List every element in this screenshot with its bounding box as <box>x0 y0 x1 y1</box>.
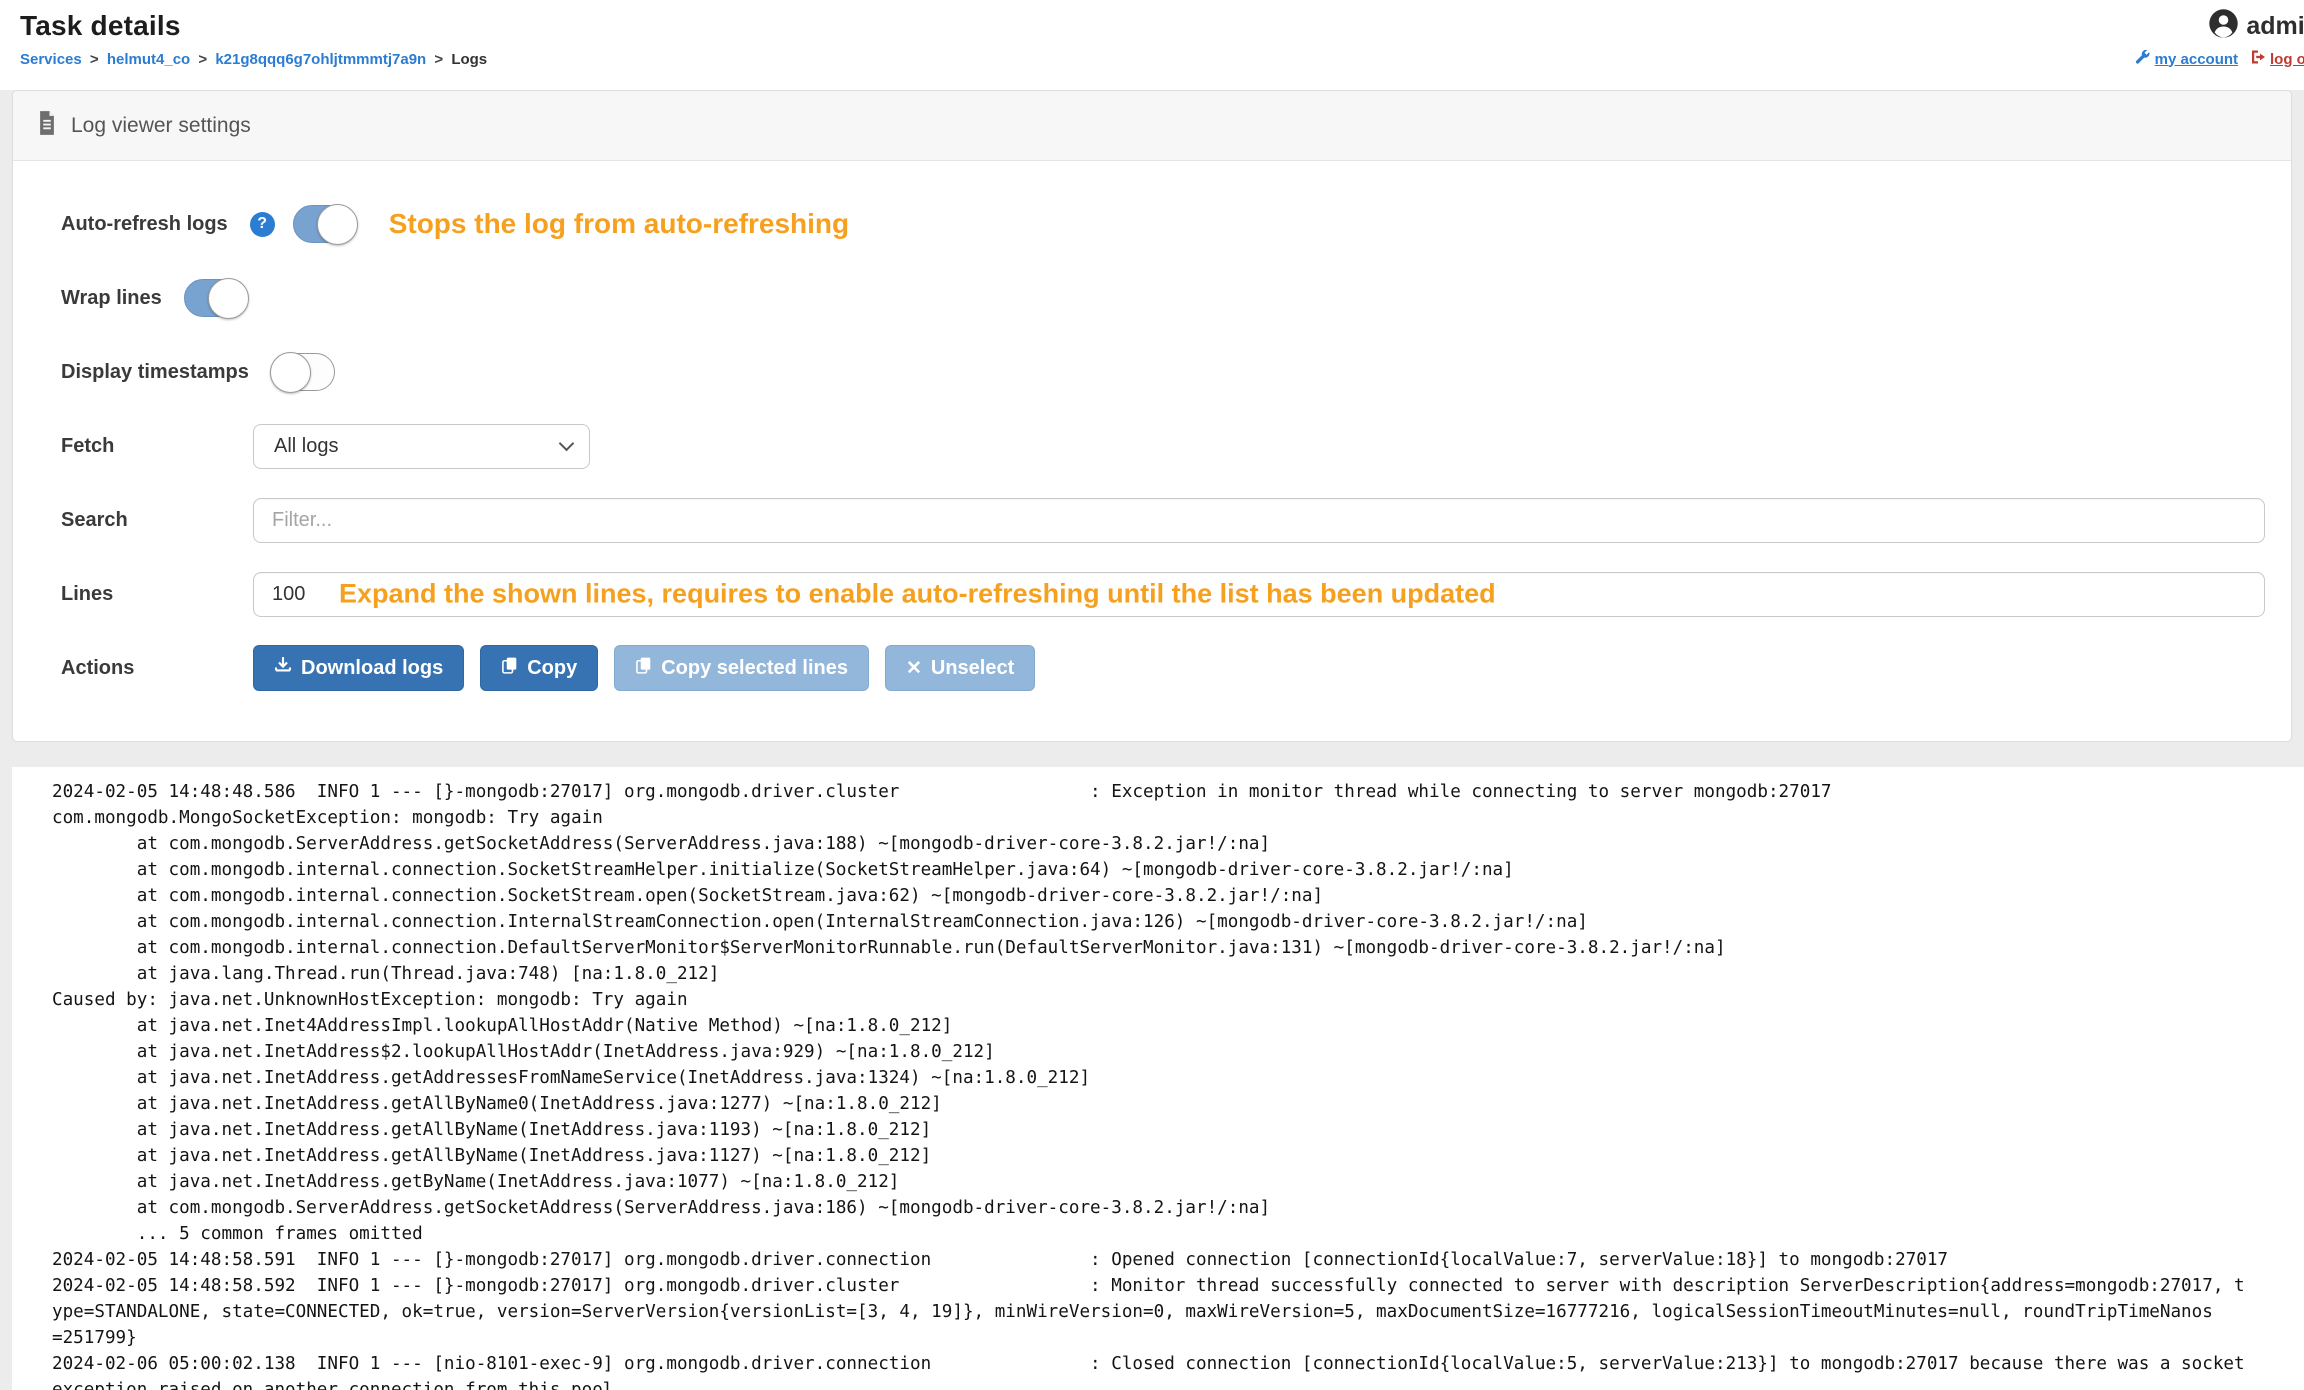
user-block: admin my account log out <box>2135 8 2304 69</box>
log-out-link[interactable]: log out <box>2250 49 2304 69</box>
display-timestamps-toggle[interactable] <box>271 353 335 391</box>
action-buttons: Download logs Copy Copy selected lines ✕Uns… <box>253 645 1035 691</box>
document-icon <box>37 111 57 141</box>
log-output[interactable]: 2024-02-05 14:48:48.586 INFO 1 --- [}-mo… <box>52 779 2304 1390</box>
unselect-button[interactable]: ✕Unselect <box>885 645 1035 691</box>
breadcrumb: Services > helmut4_co > k21g8qqq6g7ohljt… <box>20 51 2304 68</box>
card-header: Log viewer settings <box>13 91 2291 161</box>
log-out-icon <box>2250 49 2266 69</box>
wrap-lines-toggle[interactable] <box>184 279 248 317</box>
actions-label: Actions <box>61 657 253 680</box>
download-logs-button[interactable]: Download logs <box>253 645 464 691</box>
help-icon[interactable]: ? <box>250 212 275 237</box>
user-avatar-icon <box>2208 8 2239 44</box>
log-panel: 2024-02-05 14:48:48.586 INFO 1 --- [}-mo… <box>12 767 2304 1390</box>
copy-selected-lines-button[interactable]: Copy selected lines <box>614 645 869 691</box>
breadcrumb-link[interactable]: k21g8qqq6g7ohljtmmmtj7a9n <box>215 51 426 68</box>
card-body: Auto-refresh logs ? Stops the log from a… <box>13 161 2291 741</box>
lines-label: Lines <box>61 583 253 606</box>
auto-refresh-label: Auto-refresh logs <box>61 213 228 236</box>
user-name: admin <box>2246 12 2304 41</box>
row-wrap-lines: Wrap lines <box>61 275 2277 321</box>
breadcrumb-link[interactable]: helmut4_co <box>107 51 190 68</box>
download-icon <box>274 656 292 680</box>
auto-refresh-toggle[interactable] <box>293 205 357 243</box>
wrench-icon <box>2135 49 2151 69</box>
copy-icon <box>501 656 518 680</box>
fetch-select[interactable]: All logs <box>253 424 590 469</box>
top-header: Task details Services > helmut4_co > k21… <box>0 0 2304 90</box>
row-actions: Actions Download logs Copy Copy selected l… <box>61 645 2277 691</box>
my-account-link[interactable]: my account <box>2135 49 2238 69</box>
row-auto-refresh: Auto-refresh logs ? Stops the log from a… <box>61 201 2277 247</box>
search-label: Search <box>61 509 253 532</box>
lines-input[interactable] <box>253 572 2265 617</box>
row-fetch: Fetch All logs <box>61 423 2277 469</box>
row-display-timestamps: Display timestamps <box>61 349 2277 395</box>
x-icon: ✕ <box>906 657 922 680</box>
copy-icon <box>635 656 652 680</box>
display-timestamps-label: Display timestamps <box>61 361 249 384</box>
row-search: Search <box>61 497 2277 543</box>
log-viewer-settings-card: Log viewer settings Auto-refresh logs ? … <box>12 90 2292 742</box>
breadcrumb-link[interactable]: Services <box>20 51 82 68</box>
page-title: Task details <box>20 10 2304 42</box>
copy-button[interactable]: Copy <box>480 645 598 691</box>
breadcrumb-current: Logs <box>451 51 487 68</box>
card-title: Log viewer settings <box>71 114 251 138</box>
auto-refresh-annotation: Stops the log from auto-refreshing <box>389 208 849 240</box>
wrap-lines-label: Wrap lines <box>61 287 162 310</box>
search-input[interactable] <box>253 498 2265 543</box>
row-lines: Lines Expand the shown lines, requires t… <box>61 571 2277 617</box>
fetch-label: Fetch <box>61 435 253 458</box>
